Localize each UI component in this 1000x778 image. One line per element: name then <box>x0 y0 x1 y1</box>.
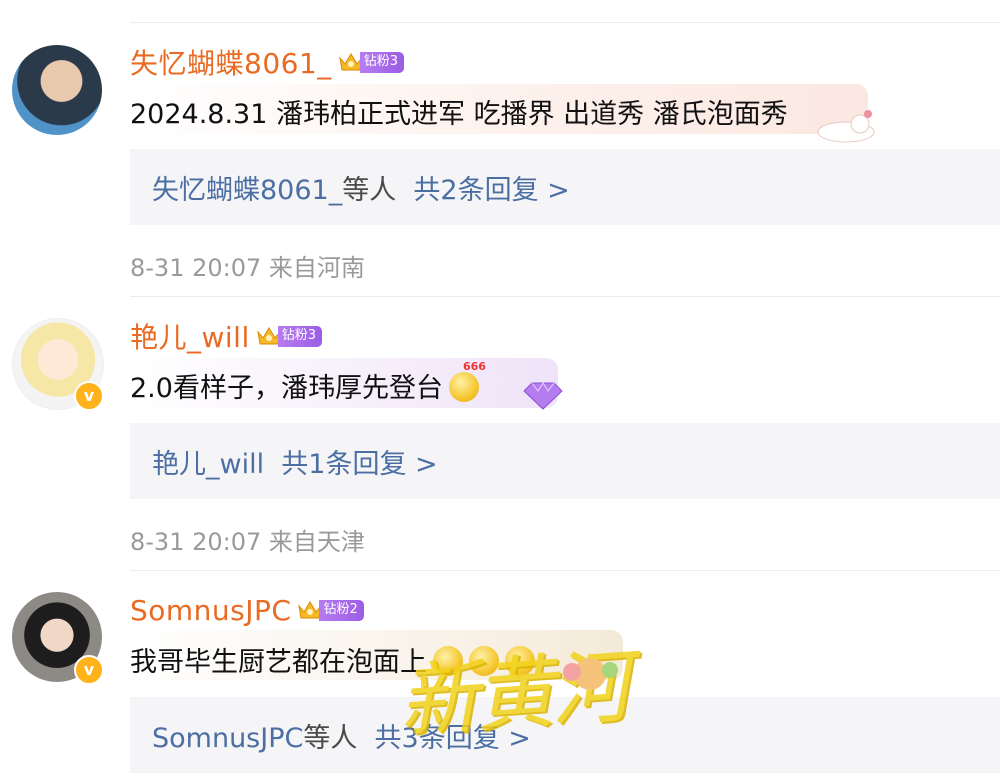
fan-badge[interactable]: 钻粉3 <box>338 50 405 74</box>
divider <box>130 22 1000 23</box>
verified-icon: v <box>74 655 104 685</box>
emoji-label: 666 <box>462 360 486 373</box>
reply-summary-text[interactable]: 失忆蝴蝶8061_等人 共2条回复 > <box>130 168 570 207</box>
badge-label: 钻粉3 <box>359 51 405 73</box>
location: 来自河南 <box>268 254 365 282</box>
comment-text: 2024.8.31 潘玮柏正式进军 吃播界 出道秀 潘氏泡面秀 <box>130 99 788 130</box>
comment-text: 2.0看样子，潘玮厚先登台 <box>130 373 443 404</box>
reply-count-link[interactable]: 共2条回复 > <box>413 175 569 206</box>
comment-text: 我哥毕生厨艺都在泡面上 <box>130 647 427 678</box>
verified-icon: v <box>74 381 104 411</box>
username[interactable]: SomnusJPC <box>130 594 291 627</box>
divider <box>130 296 1000 297</box>
comment-text-row: 2.0看样子，潘玮厚先登台 666 <box>130 360 486 405</box>
timestamp: 8-31 20:07 <box>130 254 262 282</box>
reply-suffix: 等人 <box>303 722 358 754</box>
emoji-666-icon: 666 <box>448 360 486 402</box>
flower-icon <box>563 658 618 690</box>
comment-header: SomnusJPC 钻粉2 <box>130 592 364 628</box>
username[interactable]: 艳儿_will <box>130 316 250 356</box>
reply-user[interactable]: SomnusJPC <box>152 723 303 754</box>
reply-count-link[interactable]: 共1条回复 > <box>281 449 437 480</box>
comment-meta: 8-31 20:07 来自天津 <box>130 522 365 557</box>
reply-user[interactable]: 失忆蝴蝶8061_ <box>152 175 342 206</box>
avatar[interactable] <box>12 45 102 135</box>
location: 来自天津 <box>268 528 365 556</box>
timestamp: 8-31 20:07 <box>130 528 262 556</box>
reply-suffix: 等人 <box>342 174 397 206</box>
divider <box>130 570 1000 571</box>
comment-meta: 8-31 20:07 来自河南 <box>130 248 365 283</box>
reply-user[interactable]: 艳儿_will <box>152 449 264 480</box>
comment-header: 失忆蝴蝶8061_ 钻粉3 <box>130 42 405 82</box>
badge-label: 钻粉2 <box>319 599 364 621</box>
badge-label: 钻粉3 <box>277 325 323 347</box>
username[interactable]: 失忆蝴蝶8061_ <box>130 42 332 82</box>
diamond-icon <box>523 382 563 410</box>
reply-summary[interactable]: 艳儿_will 共1条回复 > <box>130 423 1000 499</box>
fan-badge[interactable]: 钻粉3 <box>256 324 323 348</box>
reply-summary-text[interactable]: 艳儿_will 共1条回复 > <box>130 442 438 481</box>
fan-badge[interactable]: 钻粉2 <box>297 598 364 622</box>
reply-summary[interactable]: 失忆蝴蝶8061_等人 共2条回复 > <box>130 149 1000 225</box>
cropped-previous-content: ▬▬▬ <box>280 0 360 5</box>
cat-sticker-icon <box>817 110 875 143</box>
comment-header: 艳儿_will 钻粉3 <box>130 316 323 356</box>
